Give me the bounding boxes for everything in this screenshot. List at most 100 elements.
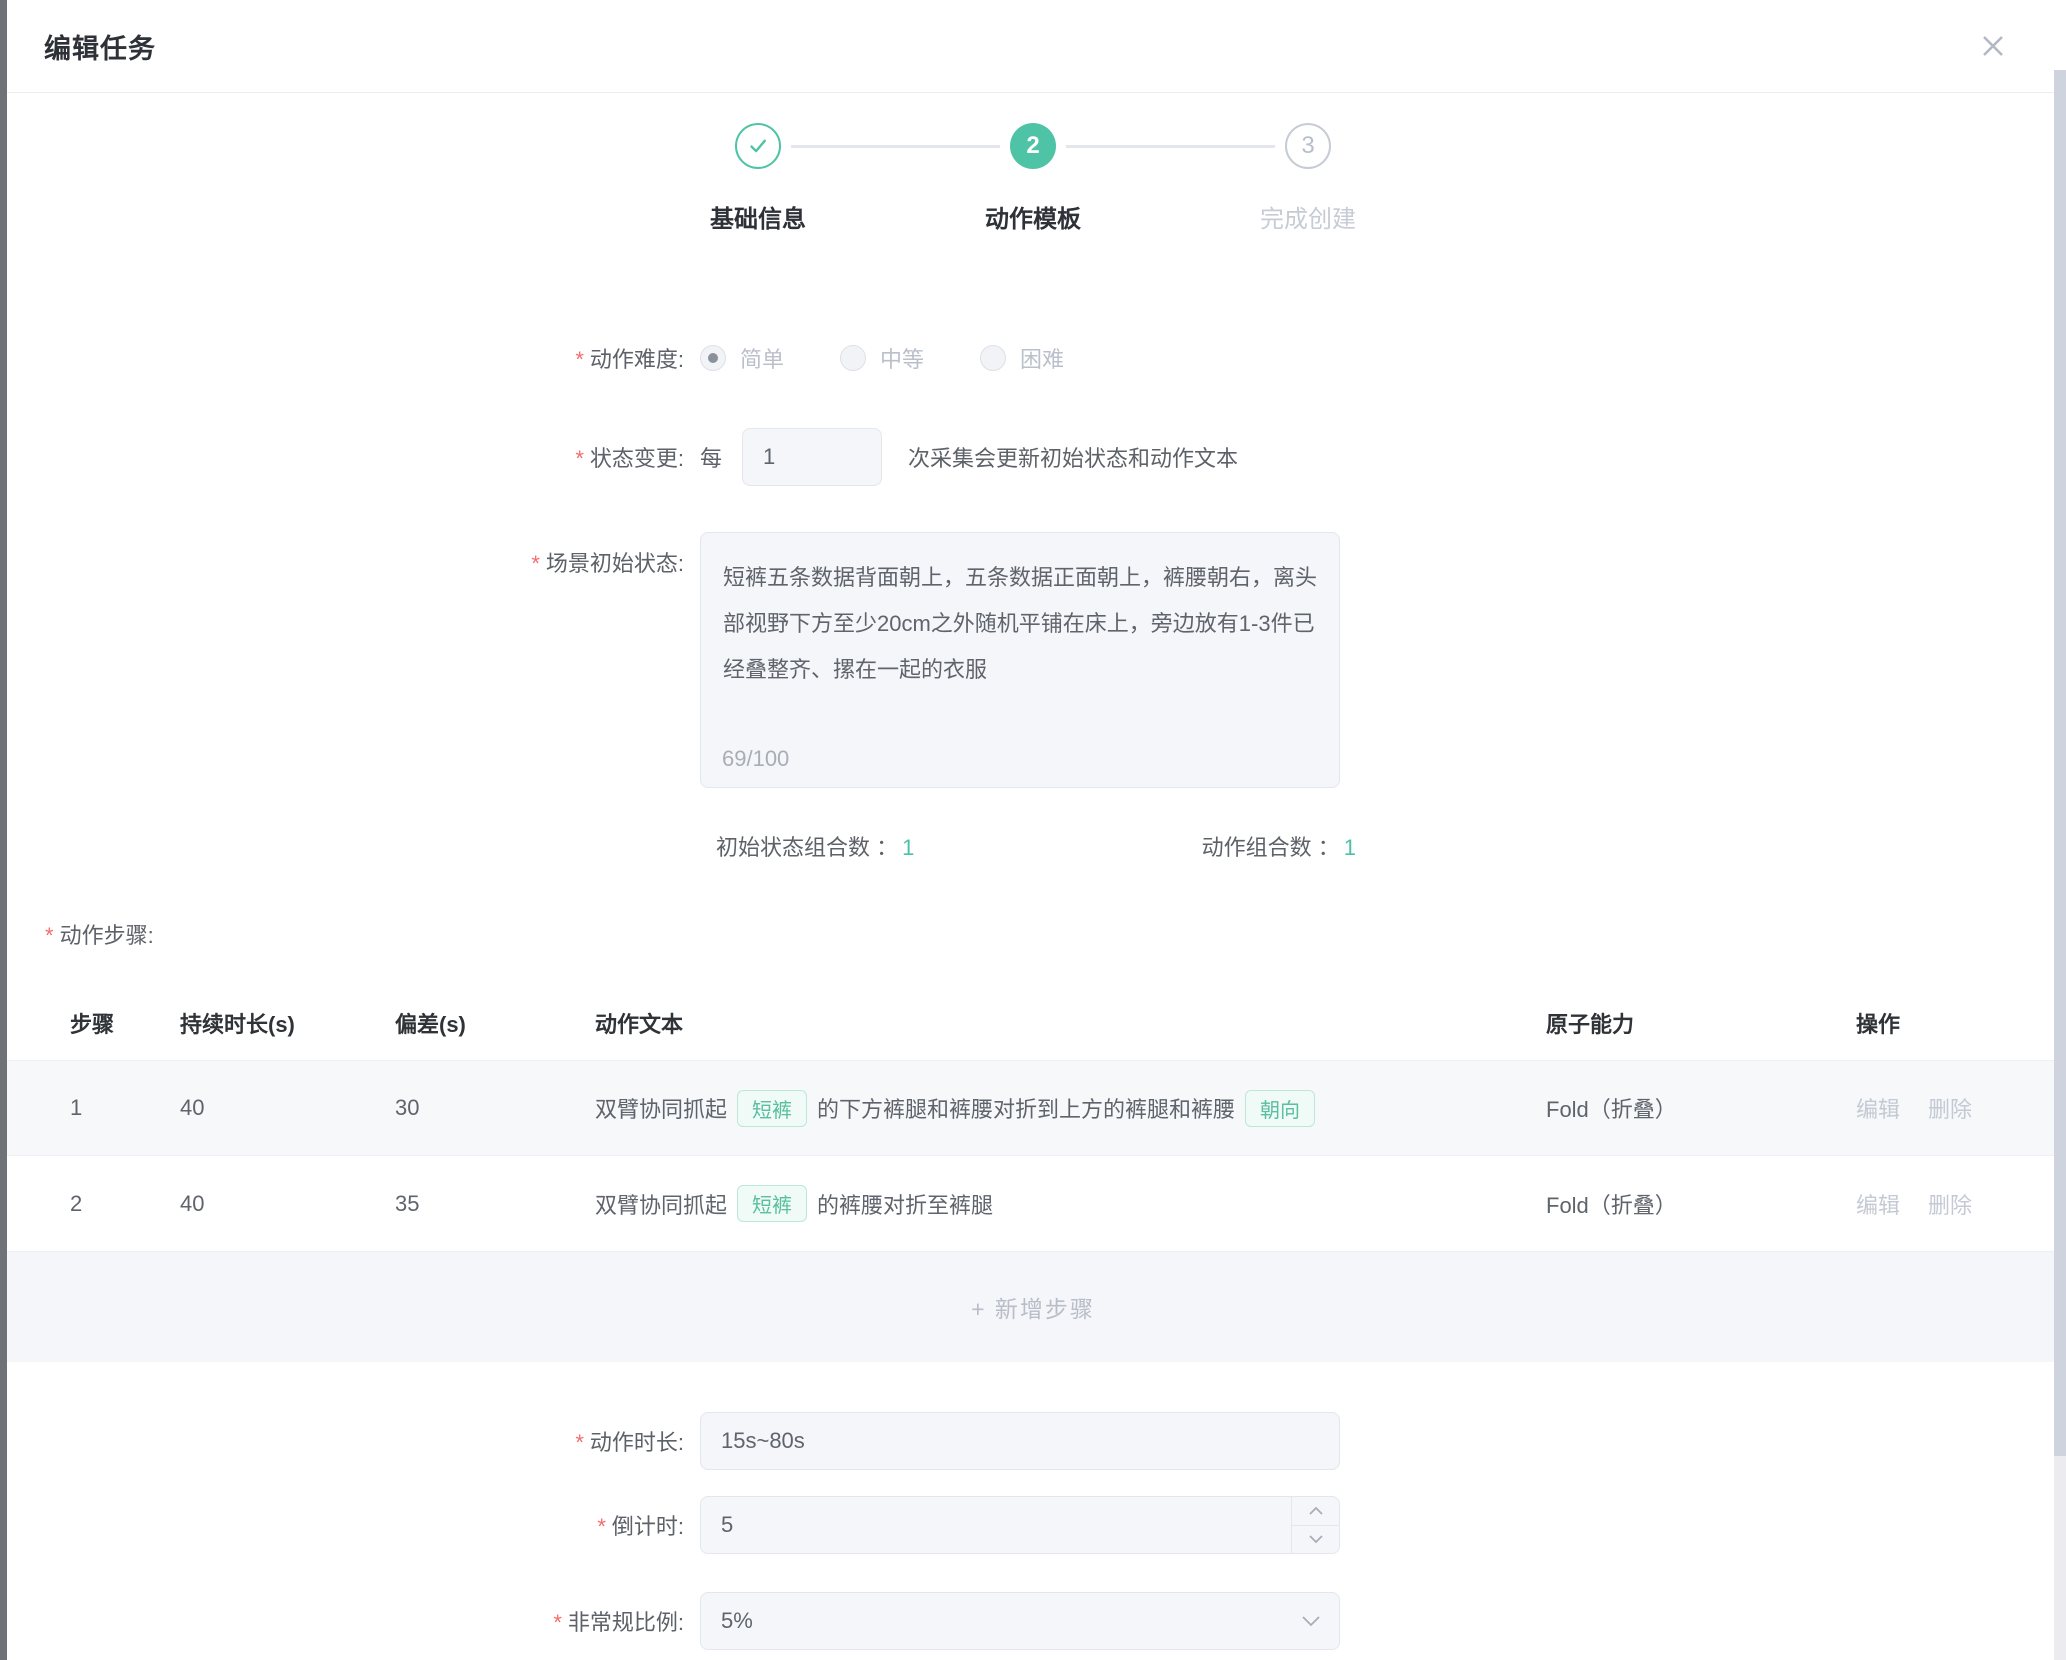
difficulty-radio-group: 简单 中等 困难	[700, 342, 1120, 374]
delete-link[interactable]: 删除	[1928, 1092, 1972, 1124]
edit-task-dialog: 编辑任务 2 3 基础信息 动作模板 完成创建 *动作难度: 简单 中等 困难 *状…	[0, 0, 2066, 1660]
action-text-segment: 双臂协同抓起	[595, 1188, 727, 1220]
state-change-suffix: 次采集会更新初始状态和动作文本	[908, 441, 1238, 473]
step-3-indicator: 3	[1285, 123, 1331, 169]
action-text-segment: 双臂协同抓起	[595, 1092, 727, 1124]
action-tag: 朝向	[1245, 1090, 1315, 1127]
required-mark: *	[45, 923, 54, 948]
scrollbar-track	[2054, 70, 2066, 1660]
action-duration-row: *动作时长:	[0, 1412, 2066, 1470]
cell-atomic: Fold（折叠）	[1546, 1188, 1856, 1220]
selected-value: 5%	[721, 1608, 753, 1634]
char-counter: 69/100	[722, 746, 789, 772]
difficulty-radio[interactable]: 困难	[980, 342, 1064, 374]
cell-atomic: Fold（折叠）	[1546, 1092, 1856, 1124]
unusual-ratio-label: *非常规比例:	[0, 1605, 700, 1637]
state-change-input[interactable]	[742, 428, 882, 486]
decrement-button[interactable]	[1292, 1526, 1339, 1554]
timing-form: *动作时长: *倒计时: *非常规比例: 5%	[0, 1412, 2066, 1650]
difficulty-label: *动作难度:	[0, 342, 700, 374]
table-header: 步骤 持续时长(s) 偏差(s) 动作文本 原子能力 操作	[0, 986, 2066, 1060]
difficulty-radio[interactable]: 中等	[840, 342, 924, 374]
step-2-indicator: 2	[1010, 123, 1056, 169]
required-mark: *	[597, 1514, 606, 1539]
action-combo: 动作组合数 ：1	[1202, 830, 1356, 862]
state-change-label: *状态变更:	[0, 441, 700, 473]
delete-link[interactable]: 删除	[1928, 1188, 1972, 1220]
countdown-label: *倒计时:	[0, 1509, 700, 1541]
add-step-row: + 新增步骤	[0, 1252, 2066, 1362]
close-button[interactable]	[1976, 29, 2010, 63]
cell-ops: 编辑删除	[1856, 1188, 2046, 1220]
countdown-input[interactable]	[700, 1496, 1340, 1554]
step-connector	[1066, 145, 1275, 148]
col-step: 步骤	[70, 1007, 180, 1039]
required-mark: *	[553, 1610, 562, 1635]
initial-combo-value: 1	[902, 835, 914, 860]
action-text-segment: 的下方裤腿和裤腰对折到上方的裤腿和裤腰	[817, 1092, 1235, 1124]
step-1-indicator	[735, 123, 781, 169]
radio-icon	[840, 345, 866, 371]
initial-state-label: *场景初始状态:	[0, 532, 700, 578]
cell-ops: 编辑删除	[1856, 1092, 2046, 1124]
unusual-ratio-select[interactable]: 5%	[700, 1592, 1340, 1650]
initial-combo: 初始状态组合数 ：1	[716, 830, 914, 862]
state-change-row: *状态变更: 每 次采集会更新初始状态和动作文本	[0, 428, 2066, 486]
chevron-down-icon	[1301, 1615, 1321, 1627]
chevron-up-icon	[1308, 1506, 1324, 1516]
action-text-segment: 的裤腰对折至裤腿	[817, 1188, 993, 1220]
radio-option-label: 困难	[1020, 342, 1064, 374]
dialog-title: 编辑任务	[44, 27, 156, 66]
col-action-text: 动作文本	[595, 1007, 1546, 1039]
step-number: 2	[1026, 132, 1039, 160]
edit-link[interactable]: 编辑	[1856, 1188, 1900, 1220]
step-3-label: 完成创建	[1260, 199, 1356, 234]
scrollbar-thumb[interactable]	[2054, 70, 2066, 1456]
steps-table-body: 1 40 30 双臂协同抓起短裤的下方裤腿和裤腰对折到上方的裤腿和裤腰朝向 Fo…	[0, 1060, 2066, 1252]
countdown-field	[700, 1496, 1340, 1554]
state-change-prefix: 每	[700, 441, 722, 473]
table-row: 1 40 30 双臂协同抓起短裤的下方裤腿和裤腰对折到上方的裤腿和裤腰朝向 Fo…	[0, 1060, 2066, 1156]
col-ops: 操作	[1856, 1007, 2046, 1039]
edit-link[interactable]: 编辑	[1856, 1092, 1900, 1124]
required-mark: *	[575, 446, 584, 471]
col-atomic: 原子能力	[1546, 1007, 1856, 1039]
step-2-label: 动作模板	[985, 199, 1081, 234]
cell-action-text: 双臂协同抓起短裤的裤腰对折至裤腿	[595, 1185, 1546, 1222]
number-stepper	[1291, 1497, 1339, 1553]
difficulty-row: *动作难度: 简单 中等 困难	[0, 340, 2066, 376]
cell-deviation: 35	[395, 1191, 595, 1217]
step-1-label: 基础信息	[710, 199, 806, 234]
action-tag: 短裤	[737, 1090, 807, 1127]
required-mark: *	[531, 551, 540, 576]
wizard-stepper: 2 3 基础信息 动作模板 完成创建	[735, 123, 1331, 235]
close-icon	[1978, 31, 2008, 61]
action-steps-label: *动作步骤:	[45, 918, 2066, 950]
combination-counts: 初始状态组合数 ：1 动作组合数 ：1	[716, 830, 1356, 862]
table-row: 2 40 35 双臂协同抓起短裤的裤腰对折至裤腿 Fold（折叠） 编辑删除	[0, 1156, 2066, 1252]
radio-icon	[700, 345, 726, 371]
radio-option-label: 中等	[880, 342, 924, 374]
template-form: *动作难度: 简单 中等 困难 *状态变更: 每 次采集会更新初始状态和动作文本 *…	[0, 340, 2066, 862]
radio-option-label: 简单	[740, 342, 784, 374]
action-tag: 短裤	[737, 1185, 807, 1222]
cell-duration: 40	[180, 1191, 395, 1217]
step-number: 3	[1301, 132, 1314, 160]
col-deviation: 偏差(s)	[395, 1007, 595, 1039]
action-duration-label: *动作时长:	[0, 1425, 700, 1457]
initial-state-row: *场景初始状态: 短裤五条数据背面朝上，五条数据正面朝上，裤腰朝右，离头部视野下…	[0, 532, 2066, 788]
increment-button[interactable]	[1292, 1497, 1339, 1526]
step-connector	[791, 145, 1000, 148]
action-duration-input[interactable]	[700, 1412, 1340, 1470]
radio-icon	[980, 345, 1006, 371]
unusual-ratio-row: *非常规比例: 5%	[0, 1592, 2066, 1650]
action-combo-value: 1	[1344, 835, 1356, 860]
countdown-row: *倒计时:	[0, 1496, 2066, 1554]
initial-state-textarea[interactable]: 短裤五条数据背面朝上，五条数据正面朝上，裤腰朝右，离头部视野下方至少20cm之外…	[700, 532, 1340, 788]
initial-state-field: 短裤五条数据背面朝上，五条数据正面朝上，裤腰朝右，离头部视野下方至少20cm之外…	[700, 532, 1340, 788]
chevron-down-icon	[1308, 1534, 1324, 1544]
difficulty-radio[interactable]: 简单	[700, 342, 784, 374]
cell-step: 1	[70, 1095, 180, 1121]
required-mark: *	[575, 1430, 584, 1455]
add-step-button[interactable]: + 新增步骤	[971, 1290, 1095, 1324]
